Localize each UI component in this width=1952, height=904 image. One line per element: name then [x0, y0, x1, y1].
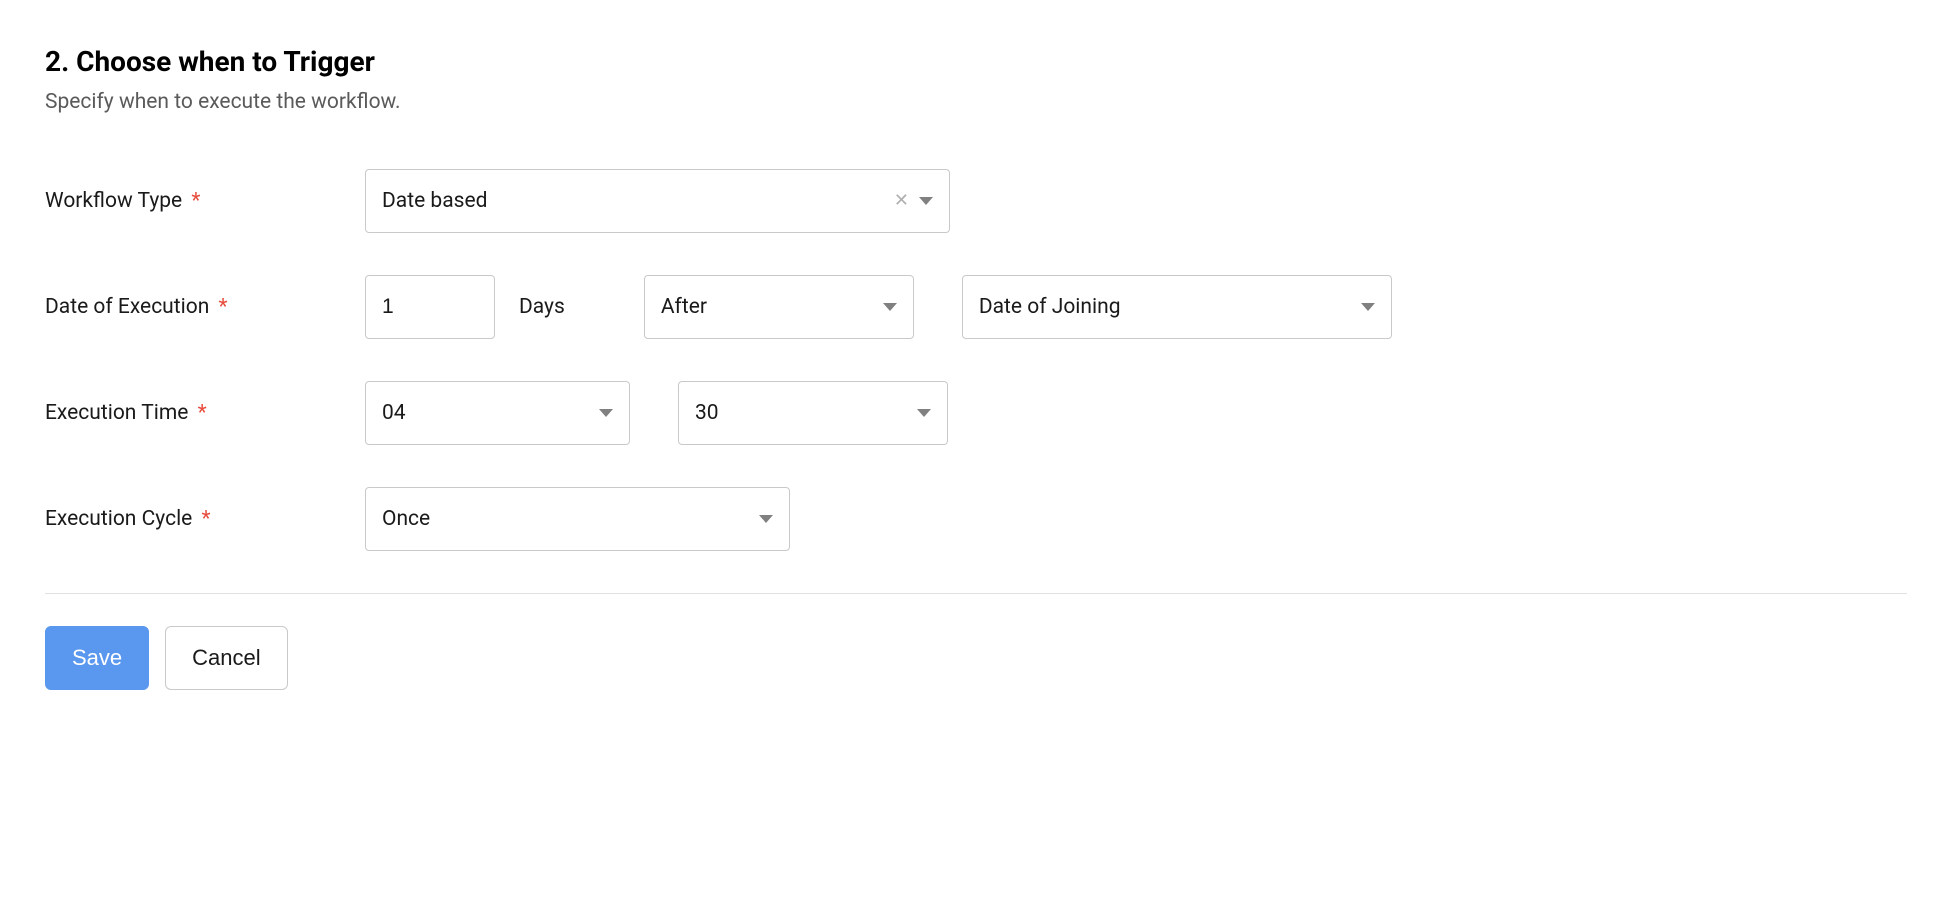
workflow-type-value: Date based: [382, 189, 487, 213]
section-divider: [45, 593, 1907, 594]
days-input[interactable]: [365, 275, 495, 339]
chevron-down-icon: [759, 515, 773, 523]
trigger-section: 2. Choose when to Trigger Specify when t…: [45, 45, 1907, 690]
relation-value: After: [661, 295, 707, 319]
chevron-down-icon: [1361, 303, 1375, 311]
button-row: Save Cancel: [45, 626, 1907, 690]
workflow-type-label-text: Workflow Type: [45, 189, 182, 213]
execution-time-label: Execution Time *: [45, 401, 365, 425]
execution-cycle-label-text: Execution Cycle: [45, 507, 192, 531]
date-of-execution-label-text: Date of Execution: [45, 295, 209, 319]
chevron-down-icon: [599, 409, 613, 417]
required-mark: *: [202, 507, 211, 531]
required-mark: *: [191, 189, 200, 213]
execution-cycle-label: Execution Cycle *: [45, 507, 365, 531]
hour-select[interactable]: 04: [365, 381, 630, 445]
required-mark: *: [198, 401, 207, 425]
reference-field-value: Date of Joining: [979, 295, 1121, 319]
execution-cycle-select[interactable]: Once: [365, 487, 790, 551]
execution-time-row: Execution Time * 04 30: [45, 381, 1907, 445]
workflow-type-row: Workflow Type * Date based ✕: [45, 169, 1907, 233]
cancel-button[interactable]: Cancel: [165, 626, 287, 690]
execution-cycle-value: Once: [382, 507, 430, 531]
workflow-type-select[interactable]: Date based ✕: [365, 169, 950, 233]
section-description: Specify when to execute the workflow.: [45, 90, 1907, 114]
reference-field-select[interactable]: Date of Joining: [962, 275, 1392, 339]
workflow-type-label: Workflow Type *: [45, 189, 365, 213]
date-of-execution-label: Date of Execution *: [45, 295, 365, 319]
execution-cycle-row: Execution Cycle * Once: [45, 487, 1907, 551]
save-button[interactable]: Save: [45, 626, 149, 690]
days-unit-label: Days: [519, 295, 565, 319]
execution-time-label-text: Execution Time: [45, 401, 188, 425]
required-mark: *: [219, 295, 228, 319]
date-of-execution-row: Date of Execution * Days After Date of J…: [45, 275, 1907, 339]
minute-value: 30: [695, 401, 719, 425]
clear-icon[interactable]: ✕: [894, 192, 909, 210]
minute-select[interactable]: 30: [678, 381, 948, 445]
chevron-down-icon: [917, 409, 931, 417]
chevron-down-icon: [919, 197, 933, 205]
section-title: 2. Choose when to Trigger: [45, 45, 1907, 78]
hour-value: 04: [382, 401, 406, 425]
chevron-down-icon: [883, 303, 897, 311]
relation-select[interactable]: After: [644, 275, 914, 339]
